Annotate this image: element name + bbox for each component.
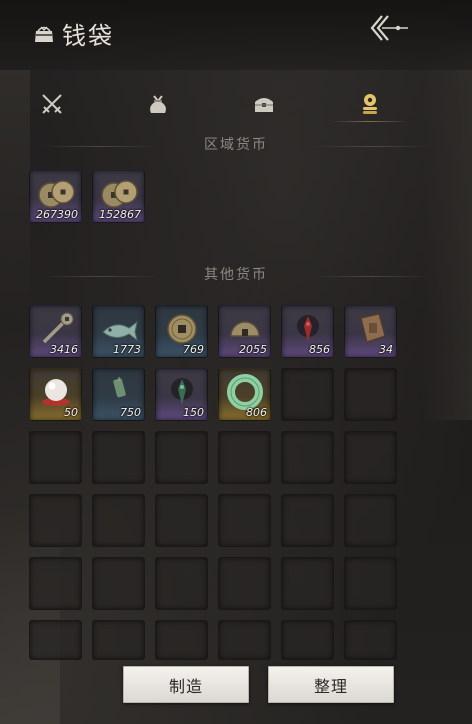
empty-slot (344, 431, 397, 484)
empty-slot (218, 494, 271, 547)
currency-slot[interactable]: 3416 (29, 305, 82, 358)
empty-slot (281, 431, 334, 484)
tab-weapons[interactable] (22, 84, 82, 124)
item-quantity: 152867 (99, 208, 141, 221)
tab-chest[interactable] (234, 84, 294, 124)
item-quantity: 806 (246, 406, 267, 419)
empty-slot (281, 557, 334, 610)
item-quantity: 1773 (113, 343, 141, 356)
category-tab-bar (22, 84, 408, 124)
section-title-regional: 区域货币 (204, 137, 268, 153)
empty-slot (344, 368, 397, 421)
empty-slot (155, 620, 208, 660)
currency-slot[interactable]: 750 (92, 368, 145, 421)
empty-slot (344, 620, 397, 660)
money-pouch-icon (150, 95, 166, 113)
empty-slot (281, 368, 334, 421)
empty-slot (218, 557, 271, 610)
background-right-decoration (422, 40, 472, 420)
tab-pouch[interactable] (128, 84, 188, 124)
currency-slot[interactable]: 2055 (218, 305, 271, 358)
empty-slot (218, 431, 271, 484)
currency-slot[interactable]: 34 (344, 305, 397, 358)
item-quantity: 2055 (239, 343, 267, 356)
currency-slot[interactable]: 152867 (92, 170, 145, 223)
item-quantity: 769 (183, 343, 204, 356)
currency-slot[interactable]: 150 (155, 368, 208, 421)
back-arrow-icon[interactable] (364, 10, 414, 46)
item-quantity: 50 (64, 406, 78, 419)
money-bag-screen: 钱袋 区域货币 267390 152867 其他货币 3416 1773 769… (0, 0, 472, 724)
empty-slot (281, 494, 334, 547)
empty-slot (218, 620, 271, 660)
crossed-swords-icon (42, 94, 62, 114)
currency-slot[interactable]: 769 (155, 305, 208, 358)
empty-slot (29, 557, 82, 610)
item-quantity: 856 (309, 343, 330, 356)
section-divider (312, 146, 432, 147)
item-quantity: 34 (379, 343, 393, 356)
tab-currency[interactable] (332, 84, 408, 124)
item-quantity: 150 (183, 406, 204, 419)
empty-slot (155, 557, 208, 610)
money-bag-icon (35, 26, 53, 42)
treasure-chest-icon (255, 98, 273, 112)
currency-slot[interactable]: 856 (281, 305, 334, 358)
empty-slot (92, 431, 145, 484)
empty-slot (281, 620, 334, 660)
coin-stack-icon (363, 94, 377, 114)
item-quantity: 750 (120, 406, 141, 419)
empty-slot (344, 494, 397, 547)
currency-slot[interactable]: 50 (29, 368, 82, 421)
empty-slot (92, 620, 145, 660)
currency-slot[interactable]: 806 (218, 368, 271, 421)
empty-slot (155, 431, 208, 484)
item-quantity: 267390 (36, 208, 78, 221)
section-divider (312, 276, 432, 277)
page-title: 钱袋 (62, 22, 114, 50)
empty-slot (29, 431, 82, 484)
empty-slot (344, 557, 397, 610)
currency-slot[interactable]: 1773 (92, 305, 145, 358)
sort-button[interactable]: 整理 (268, 666, 394, 703)
item-quantity: 3416 (50, 343, 78, 356)
craft-button[interactable]: 制造 (123, 666, 249, 703)
section-title-other: 其他货币 (204, 267, 268, 283)
header-bar: 钱袋 (0, 0, 472, 70)
currency-slot[interactable]: 267390 (29, 170, 82, 223)
empty-slot (29, 620, 82, 660)
empty-slot (92, 557, 145, 610)
empty-slot (29, 494, 82, 547)
empty-slot (92, 494, 145, 547)
empty-slot (155, 494, 208, 547)
